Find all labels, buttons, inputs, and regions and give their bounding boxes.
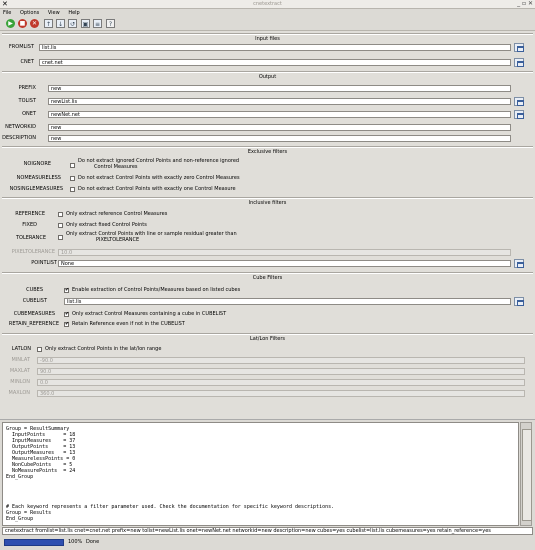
prefix-input[interactable]: new	[48, 85, 511, 92]
section-output: Output	[2, 71, 533, 80]
save-icon[interactable]: ▣	[81, 19, 90, 28]
pointlist-label: POINTLIST	[31, 260, 57, 266]
fixed-checkbox[interactable]	[58, 223, 63, 228]
command-line[interactable]: cnetextract fromlist=list.lis cnet=cnet.…	[2, 527, 533, 535]
menu-file[interactable]: File	[3, 9, 11, 17]
reference-checkbox[interactable]	[58, 212, 63, 217]
nosinglemeasures-label: NOSINGLEMEASURES	[9, 186, 63, 192]
nomeasureless-checkbox[interactable]	[70, 176, 75, 181]
minlat-input[interactable]: -90.0	[37, 357, 525, 364]
arrow-down-icon[interactable]: ↓	[56, 19, 65, 28]
maxlon-label: MAXLON	[8, 390, 30, 396]
cnet-label: CNET	[20, 59, 34, 65]
progress-bar	[4, 539, 64, 546]
nosinglemeasures-text: Do not extract Control Points with exact…	[78, 186, 236, 192]
noignore-label: NOIGNORE	[23, 161, 51, 167]
fixed-label: FIXED	[22, 222, 37, 228]
nomeasureless-text: Do not extract Control Points with exact…	[78, 175, 240, 181]
tolerance-label: TOLERANCE	[15, 235, 46, 241]
reference-label: REFERENCE	[15, 211, 45, 217]
exit-icon[interactable]: ✕	[30, 19, 39, 28]
cubes-checkbox[interactable]: ✔	[64, 288, 69, 293]
nomeasureless-label: NOMEASURELESS	[16, 175, 61, 181]
section-exclusive-filters: Exclusive filters	[2, 146, 533, 155]
cubelist-input[interactable]: list.lis	[64, 298, 511, 305]
stop-icon[interactable]: ■	[18, 19, 27, 28]
menu-options[interactable]: Options	[20, 9, 39, 17]
onet-input[interactable]: newNet.net	[48, 111, 511, 118]
latlon-label: LATLON	[11, 346, 31, 352]
window-title: cnetextract	[253, 1, 282, 7]
parameter-form: Input files FROMLIST list.lis CNET cnet.…	[0, 31, 535, 420]
fromlist-label: FROMLIST	[8, 44, 34, 50]
progress-percent: 100%	[68, 539, 83, 545]
log-icon[interactable]: ≡	[93, 19, 102, 28]
tolerance-checkbox[interactable]	[58, 235, 63, 240]
fixed-text: Only extract fixed Control Points	[66, 222, 147, 228]
help-icon[interactable]: ?	[106, 19, 115, 28]
retain-reference-text: Retain Reference even if not in the CUBE…	[72, 321, 185, 327]
nosinglemeasures-checkbox[interactable]	[70, 187, 75, 192]
cnet-browse-icon[interactable]	[514, 58, 524, 67]
pixeltolerance-input[interactable]: 10.0	[58, 249, 511, 256]
cubemeasures-checkbox[interactable]: ✔	[64, 312, 69, 317]
tolist-browse-icon[interactable]	[514, 97, 524, 106]
reset-icon[interactable]: ↺	[68, 19, 77, 28]
tolist-input[interactable]: newList.lis	[48, 98, 511, 105]
cubelist-browse-icon[interactable]	[514, 297, 524, 306]
section-latlon-filters: Lat/Lon Filters	[2, 333, 533, 342]
title-bar: ✕ cnetextract _ ▫ ✕	[0, 0, 535, 9]
cnet-input[interactable]: cnet.net	[39, 59, 511, 66]
log-output[interactable]: Group = ResultSummary InputPoints = 18 I…	[2, 422, 519, 526]
tolerance-text-2: PIXELTOLERANCE	[96, 237, 140, 243]
maxlat-label: MAXLAT	[9, 368, 30, 374]
log-scrollbar[interactable]	[520, 422, 532, 526]
pointlist-input[interactable]: None	[58, 260, 511, 267]
latlon-text: Only extract Control Points in the lat/l…	[45, 346, 162, 352]
cubes-label: CUBES	[26, 287, 43, 293]
tolist-label: TOLIST	[18, 98, 36, 104]
section-inclusive-filters: Inclusive filters	[2, 197, 533, 206]
networkid-label: NETWORKID	[5, 124, 36, 130]
prefix-label: PREFIX	[18, 85, 36, 91]
window-controls[interactable]: _ ▫ ✕	[517, 0, 533, 8]
cubelist-label: CUBELIST	[22, 298, 47, 304]
section-cube-filters: Cube Filters	[2, 272, 533, 281]
pixeltolerance-label: PIXELTOLERANCE	[11, 249, 55, 255]
minlat-label: MINLAT	[11, 357, 30, 363]
noignore-checkbox[interactable]	[70, 163, 75, 168]
networkid-input[interactable]: new	[48, 124, 511, 131]
pointlist-browse-icon[interactable]	[514, 259, 524, 268]
retain-reference-label: RETAIN_REFERENCE	[8, 321, 59, 327]
run-icon[interactable]: ▶	[6, 19, 15, 28]
fromlist-input[interactable]: list.lis	[39, 44, 511, 51]
status-bar: 100% Done	[2, 538, 533, 548]
tolerance-text-1: Only extract Control Points with line or…	[66, 231, 237, 237]
noignore-text-2: Control Measures	[94, 164, 138, 170]
description-input[interactable]: new	[48, 135, 511, 142]
reference-text: Only extract reference Control Measures	[66, 211, 168, 217]
toolbar: ▶ ■ ✕ ↑ ↓ ↺ ▣ ≡ ?	[0, 17, 535, 31]
minlon-label: MINLON	[10, 379, 30, 385]
minlon-input[interactable]: 0.0	[37, 379, 525, 386]
log-scrollbar-thumb[interactable]	[522, 429, 532, 521]
menu-view[interactable]: View	[48, 9, 60, 17]
fromlist-browse-icon[interactable]	[514, 43, 524, 52]
latlon-checkbox[interactable]	[37, 347, 42, 352]
maxlat-input[interactable]: 90.0	[37, 368, 525, 375]
arrow-up-icon[interactable]: ↑	[44, 19, 53, 28]
status-text: Done	[86, 539, 100, 545]
onet-browse-icon[interactable]	[514, 110, 524, 119]
menu-bar: File Options View Help	[0, 9, 535, 17]
cubes-text: Enable extraction of Control Points/Meas…	[72, 287, 241, 293]
onet-label: ONET	[22, 111, 36, 117]
cubemeasures-text: Only extract Control Measures containing…	[72, 311, 227, 317]
section-input-files: Input files	[2, 33, 533, 42]
menu-help[interactable]: Help	[68, 9, 79, 17]
maxlon-input[interactable]: 360.0	[37, 390, 525, 397]
retain-reference-checkbox[interactable]: ✔	[64, 322, 69, 327]
cubemeasures-label: CUBEMEASURES	[13, 311, 55, 317]
description-label: DESCRIPTION	[2, 135, 36, 141]
